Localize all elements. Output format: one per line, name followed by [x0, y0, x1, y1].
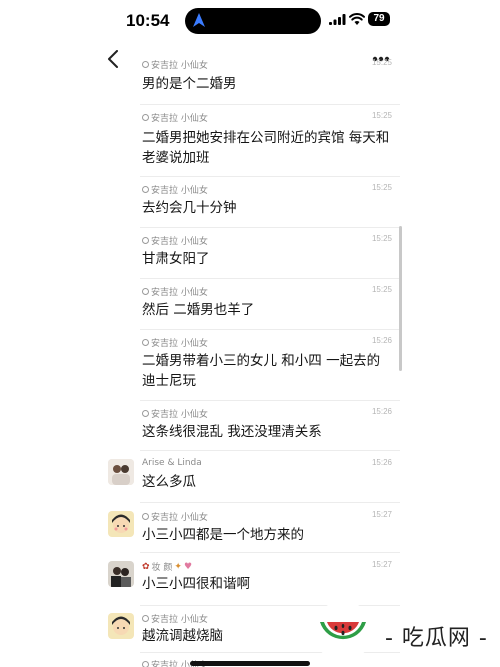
sender-name-row: 安吉拉 小仙女	[142, 612, 208, 625]
status-bar: 10:54 79	[0, 0, 500, 42]
message-time: 15:26	[371, 336, 392, 345]
sender-name: 安吉拉 小仙女	[151, 237, 208, 247]
message-divider	[140, 227, 400, 228]
message-divider	[140, 552, 400, 553]
message-time: 15:25	[371, 183, 392, 192]
sender-name: 安吉拉 小仙女	[151, 186, 208, 196]
message-time: 15:27	[371, 560, 392, 569]
member-badge-icon	[142, 114, 149, 121]
watermelon-logo-icon	[313, 601, 373, 661]
sender-name-row: Arise & Linda	[142, 458, 202, 468]
message-divider	[140, 104, 400, 105]
sender-name-row: 安吉拉 小仙女	[142, 58, 208, 71]
watermark-text: - 吃瓜网 -	[385, 626, 488, 651]
wifi-icon	[349, 12, 365, 25]
sender-name: 妆 颜	[151, 563, 173, 573]
message-time: 15:25	[371, 285, 392, 294]
message-divider	[140, 278, 400, 279]
sender-name-row: 安吉拉 小仙女	[142, 183, 208, 196]
location-arrow-icon	[193, 13, 205, 27]
sender-name-row: 安吉拉 小仙女	[142, 407, 208, 420]
message-text: 去约会几十分钟	[142, 200, 237, 216]
chat-message-list[interactable]: 安吉拉 小仙女 15:25 男的是个二婚男 安吉拉 小仙女 15:25 二婚男把…	[104, 52, 400, 667]
avatar[interactable]	[108, 561, 134, 587]
message-time: 15:26	[371, 407, 392, 416]
sender-name-row: 安吉拉 小仙女	[142, 336, 208, 349]
message-time: 15:25	[371, 234, 392, 243]
member-badge-icon	[142, 186, 149, 193]
message-text: 甘肃女阳了	[142, 251, 210, 267]
sender-name-row: ✿ 妆 颜 ✦ ♥	[142, 560, 193, 574]
message-divider	[140, 450, 400, 451]
member-badge-icon	[142, 61, 149, 68]
sender-name: 安吉拉 小仙女	[151, 288, 208, 298]
avatar[interactable]	[108, 459, 134, 485]
sender-name-row: 安吉拉 小仙女	[142, 285, 208, 298]
sender-name: 安吉拉 小仙女	[151, 114, 208, 124]
message-divider	[140, 329, 400, 330]
message-text: 然后 二婚男也羊了	[142, 302, 255, 318]
flower-icon: ✿	[142, 561, 150, 572]
message-time: 15:27	[371, 510, 392, 519]
message-text: 二婚男把她安排在公司附近的宾馆 每天和老婆说加班	[142, 130, 390, 166]
message-text: 男的是个二婚男	[142, 76, 237, 92]
heart-icon: ♥	[183, 561, 193, 572]
sender-name: Arise & Linda	[142, 458, 202, 468]
message-divider	[140, 502, 400, 503]
sender-name: 安吉拉 小仙女	[151, 513, 208, 523]
sender-name: 安吉拉 小仙女	[151, 61, 208, 71]
member-badge-icon	[142, 661, 149, 667]
member-badge-icon	[142, 615, 149, 622]
message-divider	[140, 176, 400, 177]
avatar[interactable]	[108, 613, 134, 639]
message-text: 二婚男带着小三的女儿 和小四 一起去的迪士尼玩	[142, 353, 381, 389]
message-text: 这么多瓜	[142, 474, 196, 490]
scrollbar[interactable]	[399, 226, 402, 371]
dynamic-island	[185, 8, 321, 34]
member-badge-icon	[142, 237, 149, 244]
message-divider	[140, 400, 400, 401]
leaf-icon: ✦	[174, 561, 182, 572]
message-time: 15:26	[371, 458, 392, 467]
sender-name: 安吉拉 小仙女	[151, 615, 208, 625]
sender-name: 安吉拉 小仙女	[151, 339, 208, 349]
message-text: 这条线很混乱 我还没理清关系	[142, 424, 322, 440]
member-badge-icon	[142, 339, 149, 346]
message-text: 小三小四很和谐啊	[142, 576, 250, 592]
member-badge-icon	[142, 513, 149, 520]
member-badge-icon	[142, 288, 149, 295]
avatar[interactable]	[108, 511, 134, 537]
message-time: 15:25	[371, 111, 392, 120]
home-indicator[interactable]	[190, 661, 310, 666]
status-time: 10:54	[126, 11, 170, 30]
message-time: 15:25	[371, 58, 392, 67]
member-badge-icon	[142, 410, 149, 417]
message-text: 小三小四都是一个地方来的	[142, 527, 304, 543]
sender-name: 安吉拉 小仙女	[151, 410, 208, 420]
battery-level: 79	[368, 12, 390, 26]
sender-name-row: 安吉拉 小仙女	[142, 234, 208, 247]
cellular-signal-icon	[329, 14, 346, 25]
sender-name-row: 安吉拉 小仙女	[142, 111, 208, 124]
sender-name-row: 安吉拉 小仙女	[142, 510, 208, 523]
